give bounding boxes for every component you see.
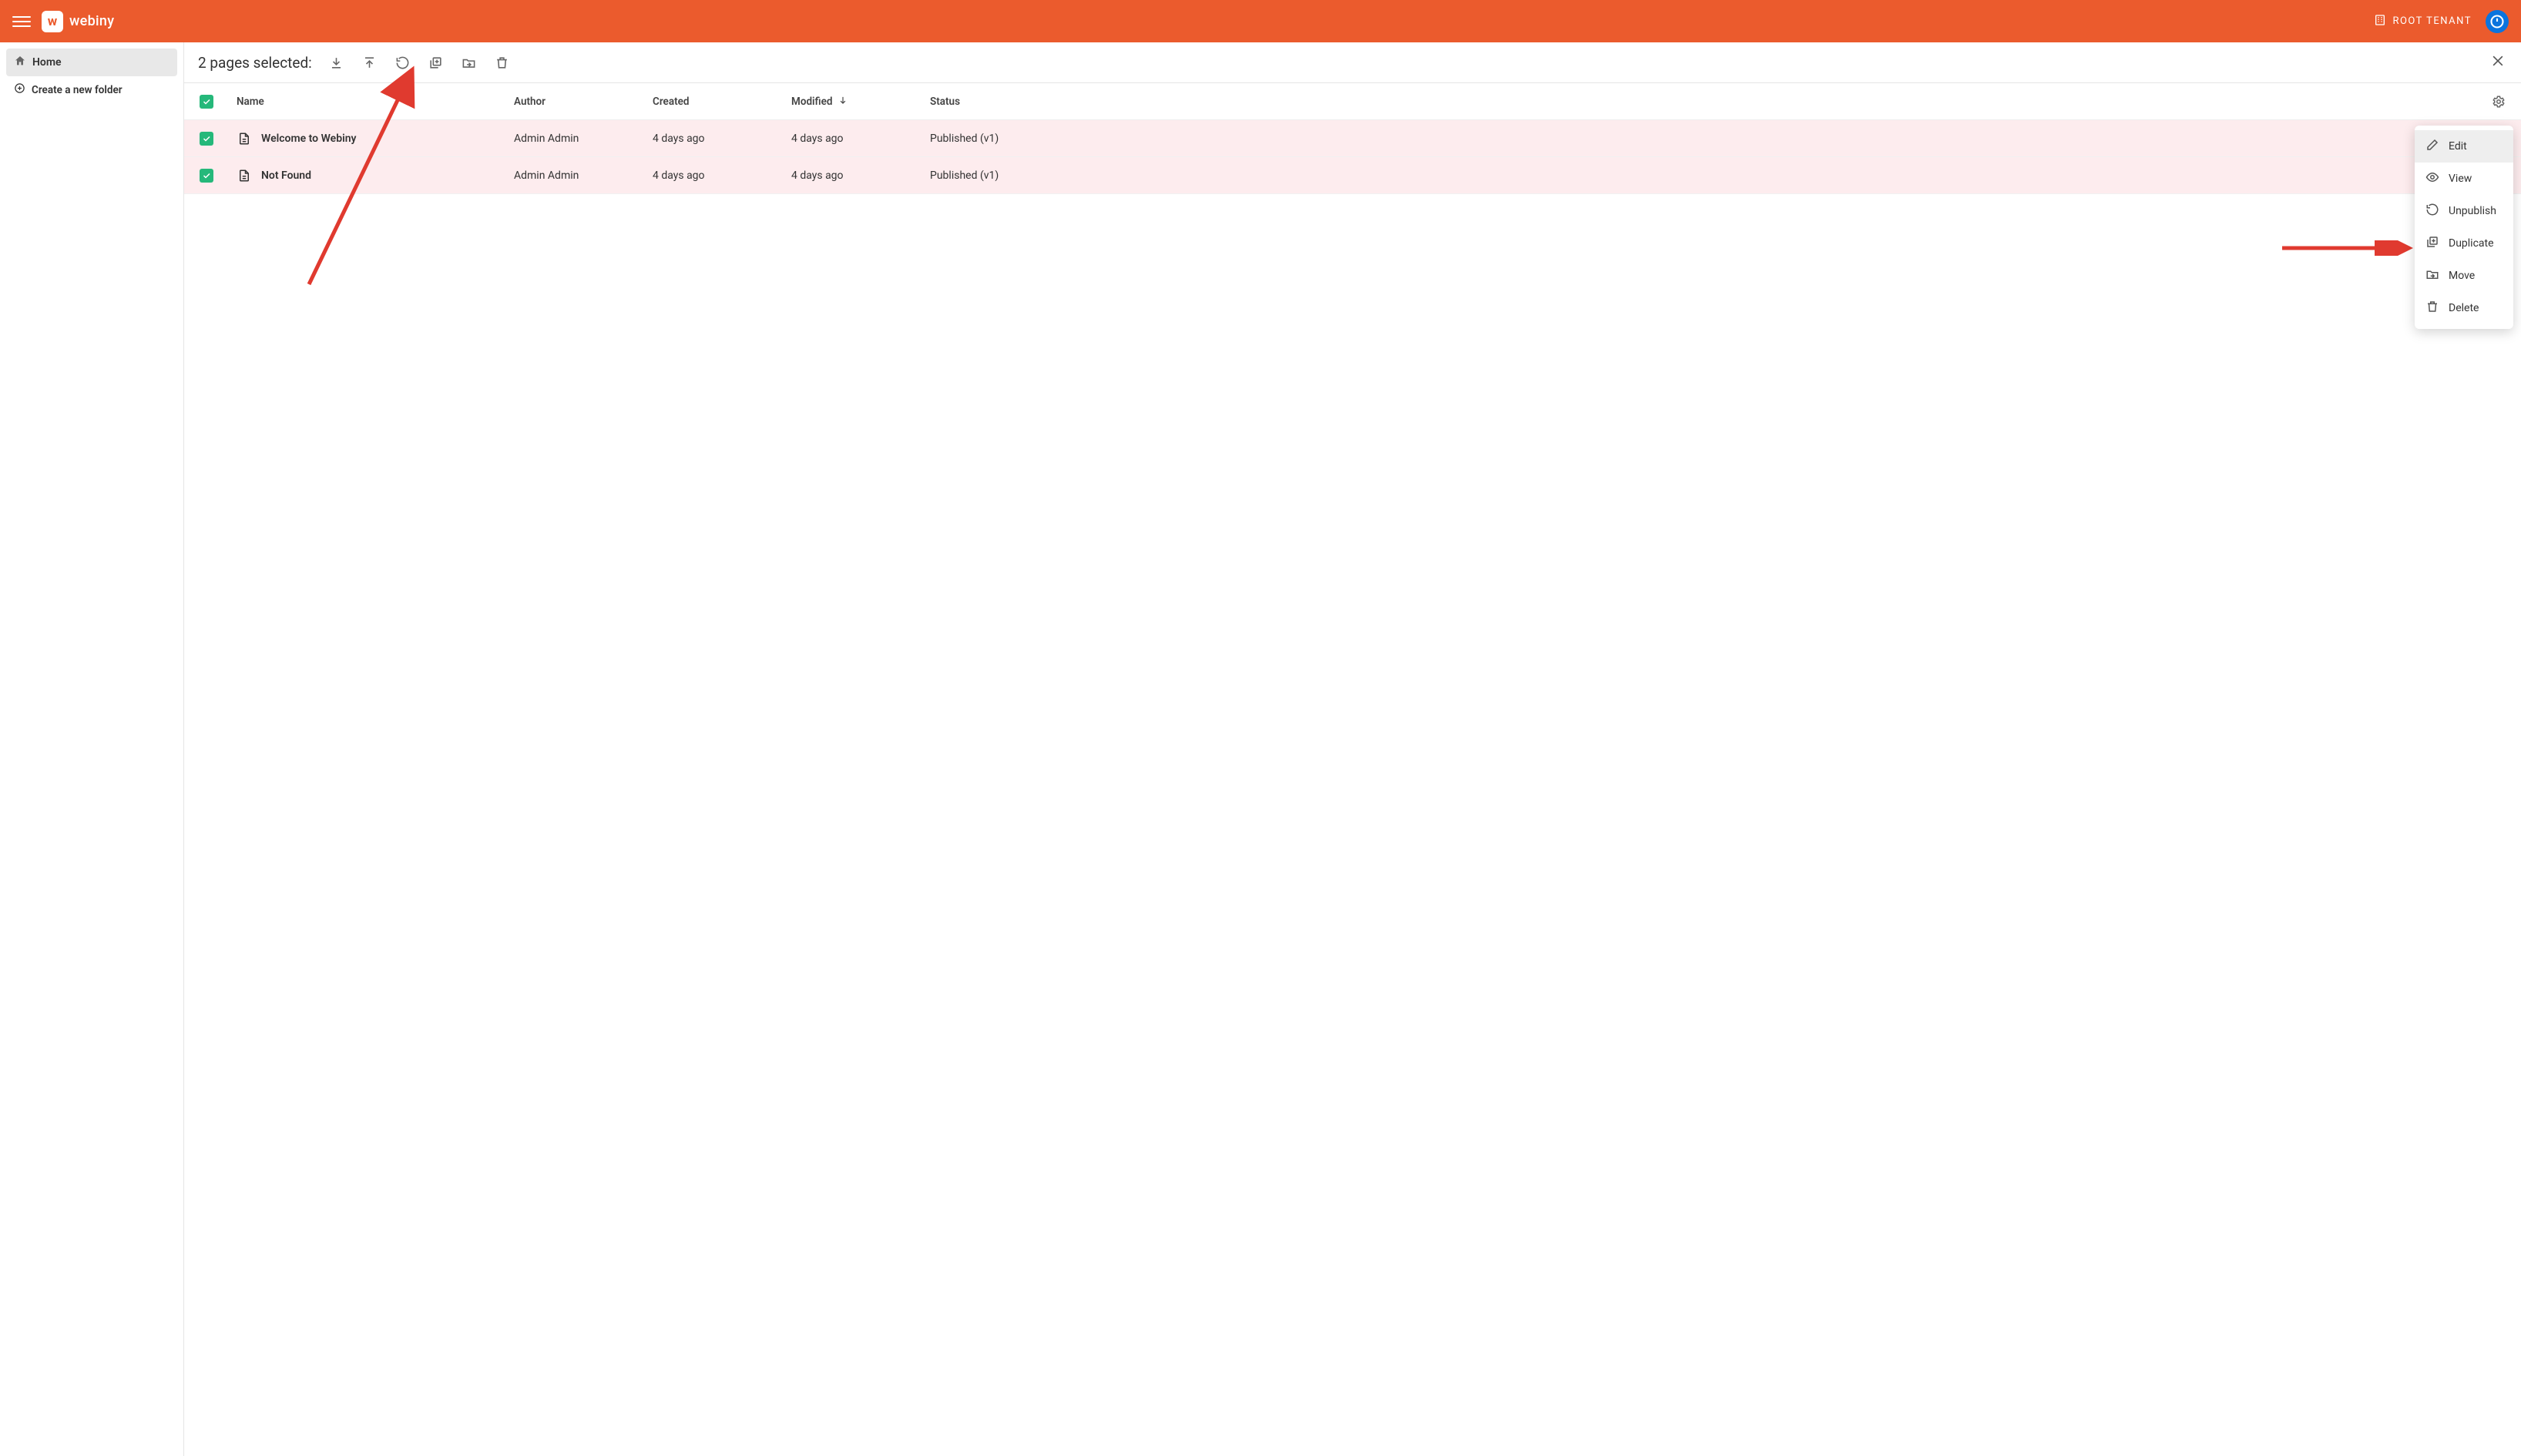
table-header: Name Author Created Modified Status xyxy=(184,83,2521,120)
ctx-delete-label: Delete xyxy=(2449,302,2479,314)
pages-table: Name Author Created Modified Status xyxy=(184,83,2521,194)
row-name: Not Found xyxy=(261,169,311,182)
row-modified: 4 days ago xyxy=(791,169,930,182)
row-name: Welcome to Webiny xyxy=(261,133,356,145)
toolbar-left: 2 pages selected: xyxy=(198,54,509,72)
unpublish-button[interactable] xyxy=(395,55,410,70)
row-context-menu: Edit View Unpublish Duplicate Move Delet… xyxy=(2415,126,2513,329)
tenant-icon xyxy=(2374,14,2386,29)
toolbar-actions xyxy=(329,55,509,70)
brand-mark-icon xyxy=(42,11,63,32)
ctx-view-label: View xyxy=(2449,173,2472,185)
table-settings-button[interactable] xyxy=(2492,95,2506,109)
top-bar-left: webiny xyxy=(12,11,114,32)
annotation-arrow-icon xyxy=(2282,240,2413,256)
top-bar-right: ROOT TENANT xyxy=(2374,10,2509,33)
header-name[interactable]: Name xyxy=(237,96,514,108)
header-status[interactable]: Status xyxy=(930,96,1069,108)
sidebar: Home Create a new folder xyxy=(0,42,184,1456)
header-modified[interactable]: Modified xyxy=(791,95,930,109)
row-status: Published (v1) xyxy=(930,169,1069,182)
ctx-duplicate[interactable]: Duplicate xyxy=(2415,227,2513,260)
row-author: Admin Admin xyxy=(514,169,653,182)
page-icon xyxy=(237,168,252,183)
checkbox-icon xyxy=(200,169,213,183)
sort-desc-icon xyxy=(838,95,848,109)
ctx-move-label: Move xyxy=(2449,270,2475,282)
main-content: 2 pages selected: xyxy=(184,42,2521,1456)
trash-icon xyxy=(2425,300,2439,317)
ctx-move[interactable]: Move xyxy=(2415,260,2513,292)
ctx-unpublish-label: Unpublish xyxy=(2449,205,2496,217)
selection-label: 2 pages selected: xyxy=(198,54,312,72)
top-bar: webiny ROOT TENANT xyxy=(0,0,2521,42)
row-created: 4 days ago xyxy=(653,133,791,145)
row-checkbox[interactable] xyxy=(200,169,237,183)
ctx-unpublish[interactable]: Unpublish xyxy=(2415,195,2513,227)
move-button[interactable] xyxy=(462,55,476,70)
publish-button[interactable] xyxy=(362,55,377,70)
sidebar-create-folder[interactable]: Create a new folder xyxy=(6,76,177,103)
row-status: Published (v1) xyxy=(930,133,1069,145)
header-author[interactable]: Author xyxy=(514,96,653,108)
selection-toolbar: 2 pages selected: xyxy=(184,42,2521,83)
pencil-icon xyxy=(2425,138,2439,155)
header-created[interactable]: Created xyxy=(653,96,791,108)
export-button[interactable] xyxy=(329,55,344,70)
header-modified-label: Modified xyxy=(791,96,833,108)
ctx-duplicate-label: Duplicate xyxy=(2449,237,2494,250)
header-select-all[interactable] xyxy=(200,95,237,109)
ctx-delete[interactable]: Delete xyxy=(2415,292,2513,324)
home-icon xyxy=(14,55,26,70)
tenant-label: ROOT TENANT xyxy=(2392,15,2472,27)
duplicate-icon xyxy=(2425,235,2439,252)
plus-circle-icon xyxy=(14,82,25,97)
row-created: 4 days ago xyxy=(653,169,791,182)
delete-button[interactable] xyxy=(495,55,509,70)
duplicate-button[interactable] xyxy=(428,55,443,70)
folder-move-icon xyxy=(2425,267,2439,284)
table-row[interactable]: Not Found Admin Admin 4 days ago 4 days … xyxy=(184,157,2521,194)
history-icon xyxy=(2425,203,2439,220)
eye-icon xyxy=(2425,170,2439,187)
ctx-edit-label: Edit xyxy=(2449,140,2467,153)
menu-button[interactable] xyxy=(12,12,31,31)
tenant-selector[interactable]: ROOT TENANT xyxy=(2374,14,2472,29)
row-modified: 4 days ago xyxy=(791,133,930,145)
row-author: Admin Admin xyxy=(514,133,653,145)
main-layout: Home Create a new folder 2 pages selecte… xyxy=(0,42,2521,1456)
row-checkbox[interactable] xyxy=(200,132,237,146)
user-avatar[interactable] xyxy=(2486,10,2509,33)
table-row[interactable]: Welcome to Webiny Admin Admin 4 days ago… xyxy=(184,120,2521,157)
ctx-edit[interactable]: Edit xyxy=(2415,130,2513,163)
ctx-view[interactable]: View xyxy=(2415,163,2513,195)
sidebar-item-home[interactable]: Home xyxy=(6,49,177,76)
brand-logo[interactable]: webiny xyxy=(42,11,114,32)
sidebar-home-label: Home xyxy=(32,56,62,69)
checkbox-icon xyxy=(200,132,213,146)
page-icon xyxy=(237,131,252,146)
checkbox-icon xyxy=(200,95,213,109)
sidebar-create-label: Create a new folder xyxy=(32,84,123,96)
close-button[interactable] xyxy=(2490,53,2506,72)
brand-text: webiny xyxy=(69,13,114,29)
